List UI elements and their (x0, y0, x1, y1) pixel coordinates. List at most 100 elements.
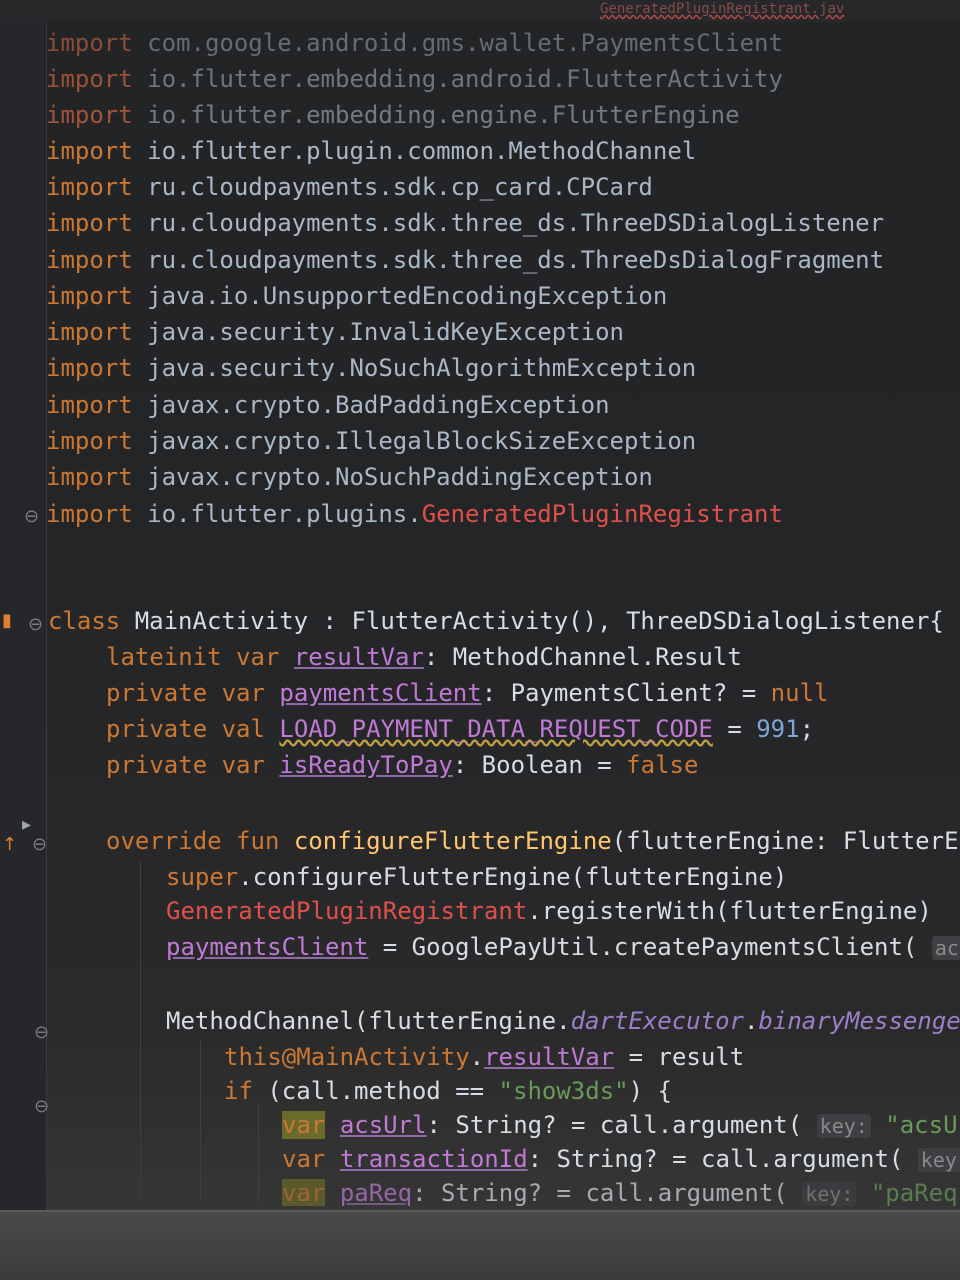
code-line-class-declaration: class MainActivity : FlutterActivity(), … (48, 604, 944, 638)
statement-text: = result (614, 1043, 745, 1071)
string-literal: "show3ds" (498, 1077, 629, 1105)
keyword-highlighted: var (282, 1179, 326, 1206)
variable-name: transactionId (339, 1145, 528, 1173)
package-name: java.io.UnsupportedEncodingException (147, 282, 668, 310)
package-name: io.flutter.embedding.android.FlutterActi… (147, 65, 783, 93)
keyword: import (46, 246, 133, 274)
keyword: import (46, 173, 133, 201)
code-line-field: private val LOAD_PAYMENT_DATA_REQUEST_CO… (106, 712, 814, 746)
fold-icon[interactable]: ⊖ (34, 1096, 49, 1117)
package-name: java.security.NoSuchAlgorithmException (147, 354, 697, 382)
keyword: private var (106, 679, 280, 707)
package-name: ru.cloudpayments.sdk.three_ds.ThreeDsDia… (147, 246, 885, 274)
indent-guide (258, 1104, 259, 1204)
code-line-import: import com.google.android.gms.wallet.Pay… (46, 26, 783, 60)
string-literal: "acsUrl" (885, 1111, 960, 1139)
code-line-statement: var transactionId: String? = call.argume… (282, 1142, 960, 1176)
keyword: import (46, 318, 133, 346)
bottom-tool-panel (0, 1210, 960, 1280)
literal: false (626, 751, 699, 779)
keyword: var (282, 1145, 326, 1173)
keyword: import (46, 29, 133, 57)
code-line-import: import io.flutter.embedding.android.Flut… (46, 62, 783, 96)
keyword: import (46, 282, 133, 310)
code-line-import: import java.security.NoSuchAlgorithmExce… (46, 351, 696, 385)
field-type: : Boolean = (452, 751, 627, 779)
code-line-method-declaration: override fun configureFlutterEngine(flut… (106, 824, 960, 858)
parameter-hint: key: (816, 1114, 871, 1138)
punctuation: . (743, 1007, 759, 1035)
code-line-import: import ru.cloudpayments.sdk.cp_card.CPCa… (46, 170, 653, 204)
package-name: java.security.InvalidKeyException (147, 318, 624, 346)
operator: = (712, 715, 757, 743)
keyword: import (46, 209, 133, 237)
code-line-import: import io.flutter.plugin.common.MethodCh… (46, 134, 696, 168)
code-line-import: import ru.cloudpayments.sdk.three_ds.Thr… (46, 206, 884, 240)
parameter-hint: key: (802, 1182, 857, 1206)
statement-text: (call.method == (252, 1077, 499, 1105)
literal: null (770, 679, 829, 707)
parameter-hint: activi (931, 936, 960, 960)
code-line-statement: MethodChannel(flutterEngine.dartExecutor… (166, 1004, 960, 1038)
keyword: import (46, 500, 133, 528)
package-name: ru.cloudpayments.sdk.three_ds.ThreeDSDia… (147, 209, 885, 237)
statement-text: : String? = call.argument( (426, 1111, 817, 1139)
statement-text: MethodChannel(flutterEngine. (166, 1007, 571, 1035)
keyword: import (46, 427, 133, 455)
field-type: : MethodChannel.Result (423, 643, 742, 671)
string-literal: "paReq") (870, 1179, 960, 1206)
keyword: import (46, 65, 133, 93)
code-line-import: import java.security.InvalidKeyException (46, 315, 624, 349)
statement-text: : String? = call.argument( (412, 1179, 803, 1206)
keyword-highlighted: var (282, 1111, 326, 1139)
keyword: if (224, 1077, 253, 1105)
field-type: : PaymentsClient? = (481, 679, 771, 707)
keyword: private var (106, 751, 280, 779)
statement-text: .registerWith(flutterEngine) (527, 897, 932, 925)
code-line-statement: var paReq: String? = call.argument( key:… (282, 1176, 960, 1206)
fold-icon[interactable]: ⊖ (34, 1022, 49, 1043)
keyword: lateinit var (106, 643, 294, 671)
statement-text: : String? = call.argument( (527, 1145, 918, 1173)
code-line-import: import javax.crypto.BadPaddingException (46, 388, 610, 422)
function-name: configureFlutterEngine (293, 827, 612, 855)
keyword: import (46, 137, 133, 165)
property-name: binaryMessenger (758, 1007, 960, 1035)
keyword: import (46, 354, 133, 382)
statement-text: = GooglePayUtil.createPaymentsClient( (368, 933, 932, 961)
code-line-statement: paymentsClient = GooglePayUtil.createPay… (166, 930, 960, 964)
package-name: io.flutter.plugins. (147, 500, 422, 528)
number-literal: 991 (756, 715, 800, 743)
field-name: paymentsClient (166, 933, 369, 961)
field-name: LOAD_PAYMENT_DATA_REQUEST_CODE (279, 715, 713, 743)
code-line-import: import javax.crypto.IllegalBlockSizeExce… (46, 424, 696, 458)
variable-name: paReq (339, 1179, 413, 1206)
package-name: ru.cloudpayments.sdk.cp_card.CPCard (147, 173, 653, 201)
field-name: resultVar (293, 643, 424, 671)
keyword: private val (106, 715, 280, 743)
package-name: javax.crypto.NoSuchPaddingException (147, 463, 653, 491)
property-name: dartExecutor (570, 1007, 744, 1035)
code-line-field: private var isReadyToPay: Boolean = fals… (106, 748, 698, 782)
variable-name: acsUrl (339, 1111, 427, 1139)
code-line-import: import javax.crypto.NoSuchPaddingExcepti… (46, 460, 653, 494)
unresolved-class-name: GeneratedPluginRegistrant (421, 500, 783, 528)
punctuation: ) { (628, 1077, 672, 1105)
code-line-import: import ru.cloudpayments.sdk.three_ds.Thr… (46, 243, 884, 277)
keyword: override fun (106, 827, 294, 855)
punctuation: ; (799, 715, 815, 743)
parameter-hint: key: (917, 1148, 960, 1172)
code-line-field: private var paymentsClient: PaymentsClie… (106, 676, 828, 710)
code-line-statement: this@MainActivity.resultVar = result (224, 1040, 744, 1074)
code-line-statement: if (call.method == "show3ds") { (224, 1074, 672, 1108)
code-line-statement: GeneratedPluginRegistrant.registerWith(f… (166, 894, 932, 928)
code-line-field: lateinit var resultVar: MethodChannel.Re… (106, 640, 742, 674)
keyword: class (48, 607, 121, 635)
keyword: import (46, 391, 133, 419)
field-name: resultVar (484, 1043, 615, 1071)
code-area[interactable]: import com.google.android.gms.wallet.Pay… (0, 0, 960, 1206)
code-line-statement: super.configureFlutterEngine(flutterEngi… (166, 860, 787, 894)
parameters: (flutterEngine: FlutterEng (611, 827, 960, 855)
package-name: io.flutter.plugin.common.MethodChannel (147, 137, 697, 165)
package-name: io.flutter.embedding.engine.FlutterEngin… (147, 101, 740, 129)
